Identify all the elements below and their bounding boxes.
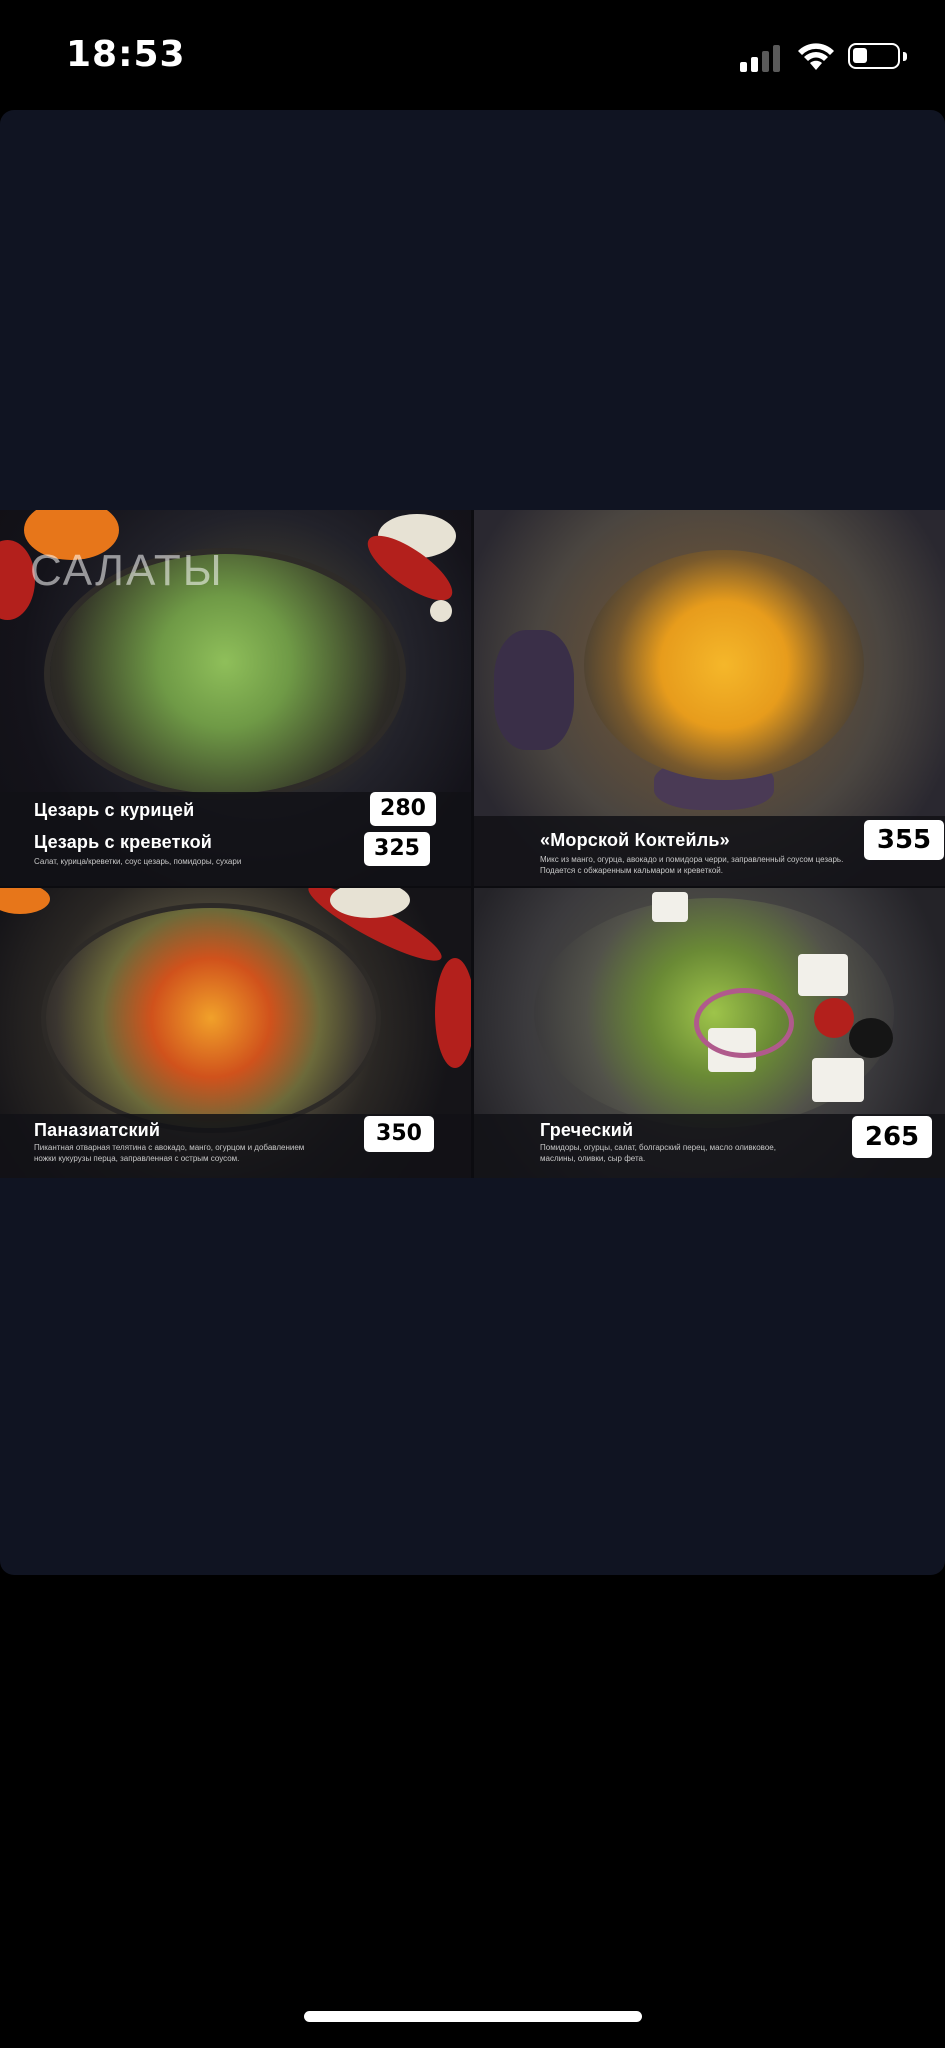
dish-name: Греческий [540, 1120, 634, 1140]
price-badge: 350 [364, 1116, 434, 1152]
dish-description: ножки кукурузы перца, заправленная с ост… [34, 1154, 240, 1163]
section-title: САЛАТЫ [30, 546, 224, 595]
menu-card-greek: Греческий Помидоры, огурцы, салат, болга… [474, 888, 945, 1178]
dish-description: Салат, курица/креветки, соус цезарь, пом… [34, 857, 242, 866]
dish-description: Пикантная отварная телятина с авокадо, м… [34, 1143, 305, 1152]
dish-name: «Морской Коктейль» [540, 830, 730, 850]
price-badge: 265 [852, 1116, 932, 1158]
menu-card-panasian: Паназиатский Пикантная отварная телятина… [0, 888, 471, 1178]
dish-description: Микс из манго, огурца, авокадо и помидор… [540, 855, 844, 864]
dish-name: Паназиатский [34, 1120, 161, 1140]
status-bar: 18:53 [0, 0, 945, 110]
salad-plate-image [584, 550, 864, 780]
price-badge: 280 [370, 792, 436, 826]
cellular-signal-icon [740, 44, 784, 72]
home-indicator[interactable] [304, 2011, 642, 2022]
wifi-icon [798, 43, 834, 70]
price-badge: 355 [864, 820, 944, 860]
menu-image: САЛАТЫ Цезарь с курицей 280 Цезарь с кре… [0, 510, 945, 1178]
menu-card-caesar: САЛАТЫ Цезарь с курицей 280 Цезарь с кре… [0, 510, 471, 886]
battery-icon [848, 43, 907, 69]
dish-description: маслины, оливки, сыр фета. [540, 1154, 646, 1163]
dish-description: Подается с обжаренным кальмаром и кревет… [540, 866, 723, 875]
menu-card-sea-cocktail: «Морской Коктейль» Микс из манго, огурца… [474, 510, 945, 886]
status-time: 18:53 [66, 34, 186, 75]
salad-plate-image [46, 908, 376, 1128]
price-badge: 325 [364, 832, 430, 866]
dish-name: Цезарь с креветкой [34, 832, 213, 852]
dish-name: Цезарь с курицей [34, 800, 195, 820]
dish-description: Помидоры, огурцы, салат, болгарский пере… [540, 1143, 776, 1152]
image-viewer[interactable]: САЛАТЫ Цезарь с курицей 280 Цезарь с кре… [0, 110, 945, 1575]
